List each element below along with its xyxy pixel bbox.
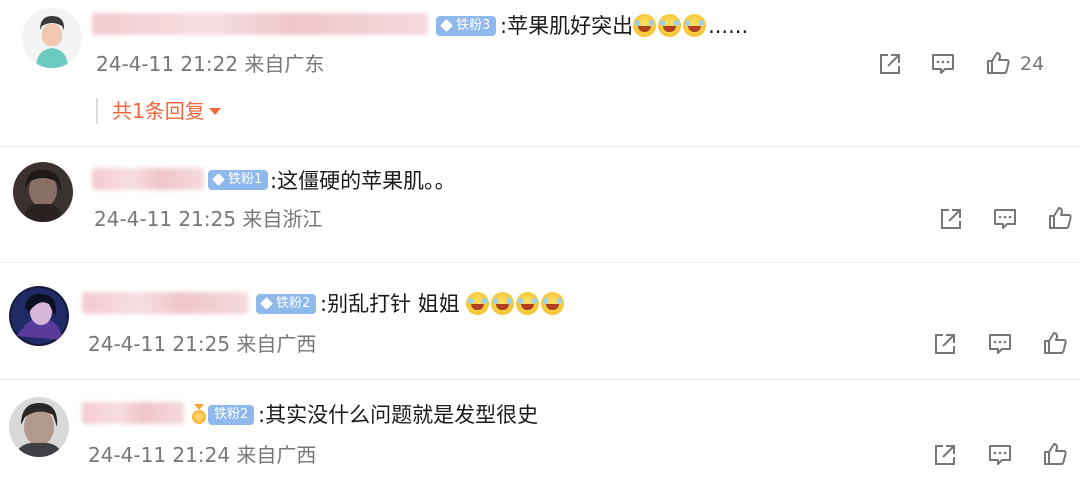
comment-body: :这僵硬的苹果肌。。 bbox=[270, 169, 456, 193]
comment-text: :这僵硬的苹果肌。。 bbox=[270, 167, 456, 195]
comment-trailing: ...... bbox=[708, 14, 749, 38]
reply-indent-bar bbox=[96, 98, 98, 124]
comment-body: :别乱打针 姐姐 bbox=[320, 292, 460, 316]
fan-badge[interactable]: 铁粉2 bbox=[256, 294, 317, 314]
divider bbox=[0, 379, 1080, 380]
comment-item: 铁粉2 :别乱打针 姐姐 24-4-11 21:25 来自广西 bbox=[0, 270, 1080, 378]
comment-meta: 24-4-11 21:24 来自广西 bbox=[88, 443, 317, 467]
caret-down-icon bbox=[208, 108, 221, 115]
badge-label: 铁粉2 bbox=[276, 296, 311, 311]
laugh-cry-emoji bbox=[541, 292, 565, 315]
username-obscured[interactable] bbox=[82, 402, 184, 424]
avatar[interactable] bbox=[9, 397, 69, 457]
diamond-icon bbox=[440, 19, 453, 32]
thumbs-up-icon[interactable] bbox=[1046, 204, 1074, 232]
laugh-cry-emoji bbox=[491, 292, 515, 315]
diamond-icon bbox=[260, 297, 273, 310]
thumbs-up-icon[interactable] bbox=[1041, 440, 1069, 468]
comment-body: :苹果肌好突出 bbox=[500, 14, 634, 38]
avatar[interactable] bbox=[22, 8, 82, 68]
laugh-cry-emoji bbox=[633, 14, 657, 37]
comment-text: :其实没什么问题就是发型很史 bbox=[258, 401, 538, 429]
diamond-icon bbox=[212, 173, 225, 186]
comment-icon[interactable] bbox=[929, 50, 957, 78]
fan-badge[interactable]: 铁粉3 bbox=[436, 16, 497, 36]
avatar[interactable] bbox=[9, 286, 69, 346]
laugh-cry-emoji bbox=[516, 292, 540, 315]
fan-badge[interactable]: 铁粉2 bbox=[208, 405, 255, 425]
comment-item: 铁粉3 :苹果肌好突出...... 24-4-11 21:22 来自广东 24 … bbox=[0, 0, 1080, 150]
username-obscured[interactable] bbox=[92, 168, 204, 190]
comment-text: :苹果肌好突出...... bbox=[500, 12, 748, 40]
badge-label: 铁粉2 bbox=[214, 407, 249, 422]
username-obscured[interactable] bbox=[82, 292, 248, 314]
replies-toggle[interactable]: 共1条回复 bbox=[112, 98, 221, 124]
comment-body: :其实没什么问题就是发型很史 bbox=[258, 403, 539, 427]
share-icon[interactable] bbox=[937, 205, 965, 233]
comment-meta: 24-4-11 21:25 来自浙江 bbox=[94, 207, 323, 231]
comment-item: 铁粉1 :这僵硬的苹果肌。。 24-4-11 21:25 来自浙江 bbox=[0, 150, 1080, 260]
comment-meta: 24-4-11 21:25 来自广西 bbox=[88, 332, 317, 356]
like-count: 24 bbox=[1020, 53, 1045, 75]
laugh-cry-emoji bbox=[683, 14, 707, 37]
badge-label: 铁粉3 bbox=[456, 18, 491, 33]
laugh-cry-emoji bbox=[658, 14, 682, 37]
comment-icon[interactable] bbox=[991, 205, 1019, 233]
avatar[interactable] bbox=[13, 162, 73, 222]
comment-icon[interactable] bbox=[986, 441, 1014, 469]
thumbs-up-icon[interactable] bbox=[984, 49, 1012, 77]
share-icon[interactable] bbox=[876, 50, 904, 78]
badge-label: 铁粉1 bbox=[228, 172, 263, 187]
share-icon[interactable] bbox=[931, 441, 959, 469]
laugh-cry-emoji bbox=[466, 292, 490, 315]
share-icon[interactable] bbox=[931, 330, 959, 358]
comment-item: 铁粉2 :其实没什么问题就是发型很史 24-4-11 21:24 来自广西 bbox=[0, 384, 1080, 484]
username-obscured[interactable] bbox=[92, 13, 428, 35]
comment-text: :别乱打针 姐姐 bbox=[320, 290, 566, 318]
comment-icon[interactable] bbox=[986, 330, 1014, 358]
comment-meta: 24-4-11 21:22 来自广东 bbox=[96, 52, 325, 76]
medal-icon bbox=[192, 404, 206, 424]
thumbs-up-icon[interactable] bbox=[1041, 329, 1069, 357]
fan-badge[interactable]: 铁粉1 bbox=[208, 170, 269, 190]
divider bbox=[0, 146, 1080, 147]
replies-label: 共1条回复 bbox=[112, 99, 205, 123]
divider bbox=[0, 262, 1080, 263]
